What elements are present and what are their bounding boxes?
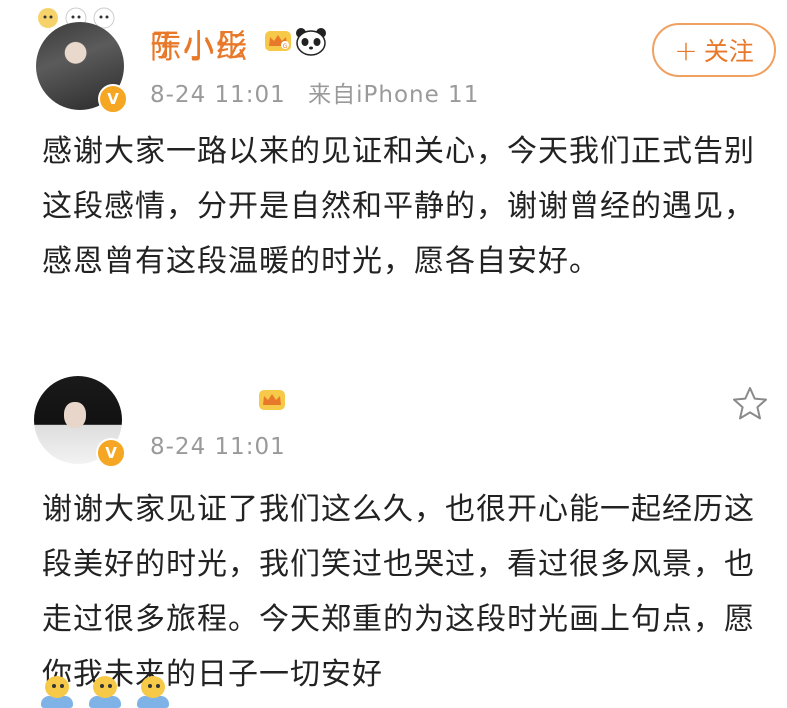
verified-badge-icon: V [98, 84, 128, 114]
emoji-row [38, 676, 172, 708]
follow-button[interactable]: + 关注 [652, 23, 776, 77]
post-timestamp: 8-24 11:01 [150, 434, 286, 460]
post-content: 感谢大家一路以来的见证和关心，今天我们正式告别这段感情，分开是自然和平静的，谢谢… [42, 134, 755, 279]
weibo-post: V 陈小纭 G 8-24 11:01 来自iPhone 11 + 关注 感谢大家… [0, 0, 787, 330]
post-meta: 8-24 11:01 来自iPhone 11 [150, 75, 479, 109]
panda-icon [296, 28, 326, 56]
svg-text:G: G [283, 43, 288, 50]
post-meta: 8-24 11:01 [150, 434, 286, 460]
verified-badge-icon: V [96, 438, 126, 468]
username[interactable]: 于小彤 [150, 20, 249, 65]
crown-icon: G [265, 31, 291, 51]
plus-icon: + [674, 33, 698, 67]
post-content: 谢谢大家见证了我们这么久，也很开心能一起经历这段美好的时光，我们笑过也哭过，看过… [42, 492, 755, 692]
follow-label: 关注 [703, 37, 754, 66]
crown-icon [259, 390, 285, 410]
post-timestamp: 8-24 11:01 [150, 82, 286, 108]
star-icon[interactable] [730, 384, 770, 424]
doge-emoji-icon [134, 676, 172, 708]
doge-emoji-icon [86, 676, 124, 708]
post-source: 来自iPhone 11 [308, 82, 480, 108]
avatar[interactable]: V [36, 22, 128, 114]
avatar[interactable]: V [34, 376, 126, 468]
doge-emoji-icon [38, 676, 76, 708]
